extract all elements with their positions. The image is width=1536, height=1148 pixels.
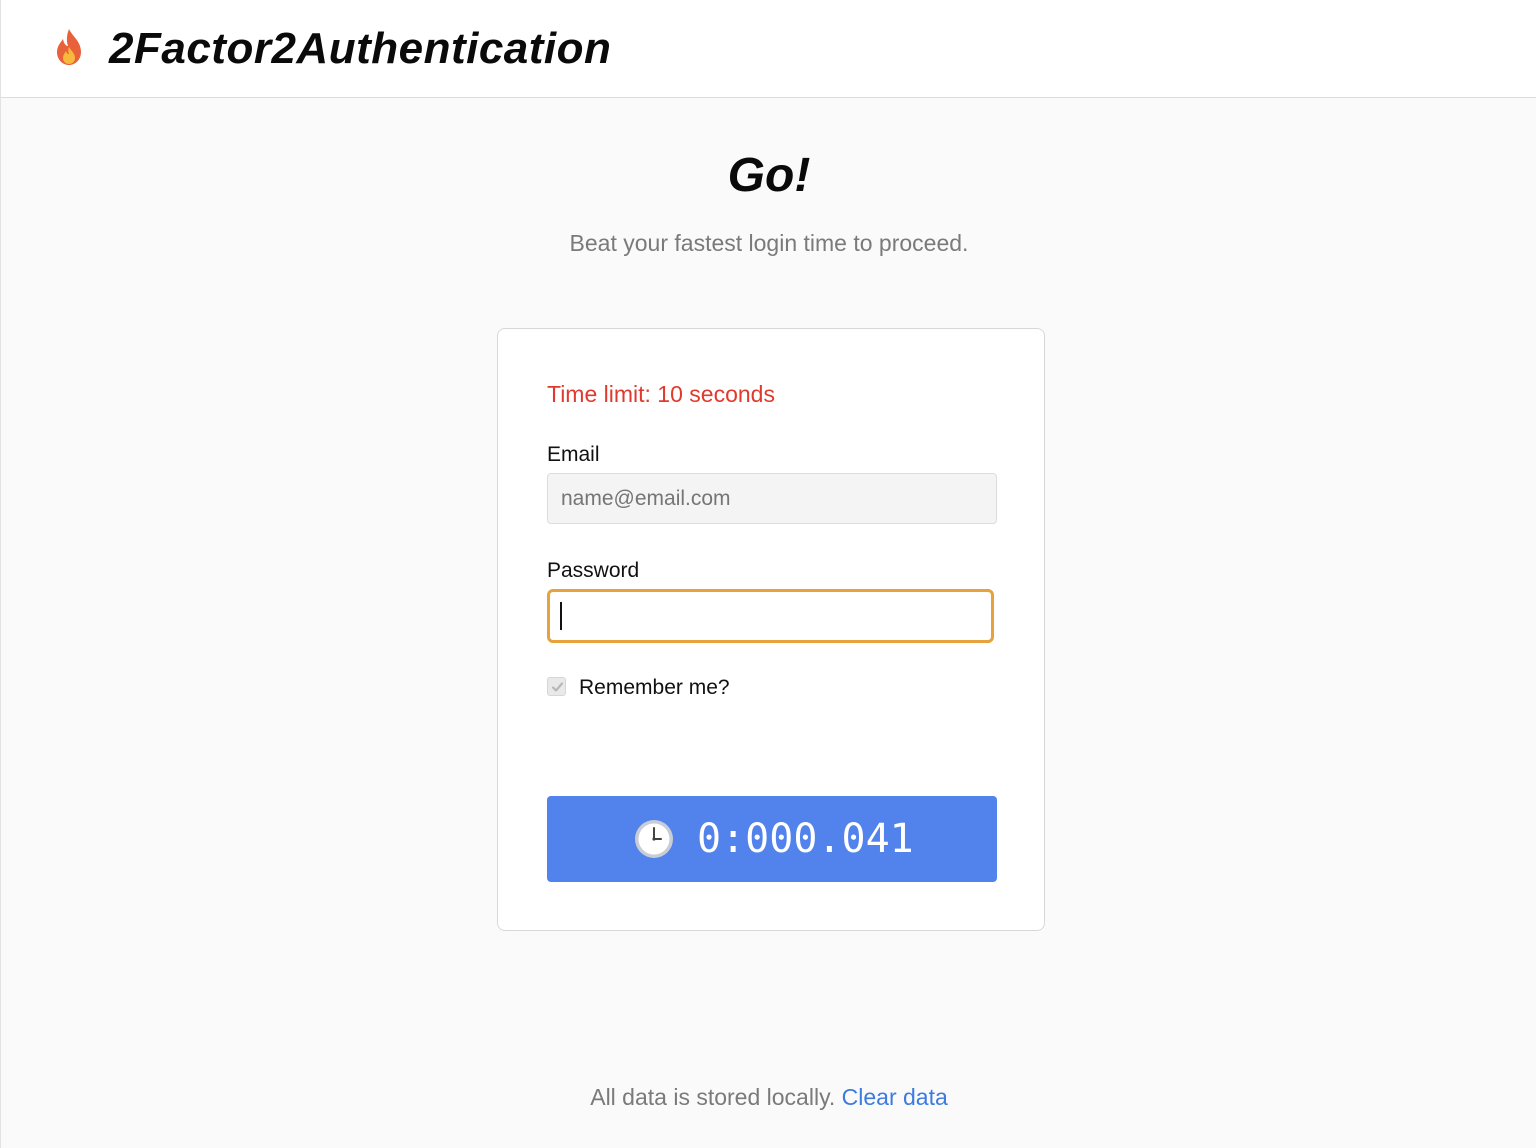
timer-value: 0:000.041 (697, 816, 914, 862)
footer-text: All data is stored locally. (590, 1084, 836, 1110)
footer: All data is stored locally. Clear data (1, 1082, 1536, 1112)
text-cursor (560, 602, 562, 630)
fire-icon (53, 27, 85, 67)
brand-title: 2Factor2Authentication (109, 24, 612, 73)
clear-data-link[interactable]: Clear data (842, 1084, 948, 1110)
checkmark-icon (551, 682, 564, 692)
email-field[interactable] (547, 473, 997, 524)
clock-icon (633, 818, 675, 860)
email-label: Email (547, 443, 600, 466)
header: 2Factor2Authentication (1, 0, 1536, 98)
time-limit-text: Time limit: 10 seconds (547, 381, 775, 407)
password-label: Password (547, 559, 640, 582)
page-subtitle: Beat your fastest login time to proceed. (569, 230, 969, 256)
timer-button[interactable]: 0:000.041 (547, 796, 997, 882)
page: 2Factor2Authentication Go! Beat your fas… (0, 0, 1536, 1148)
page-title: Go! (727, 149, 811, 202)
remember-me-checkbox[interactable] (547, 677, 566, 696)
remember-me-label[interactable]: Remember me? (579, 675, 730, 701)
login-card: Time limit: 10 seconds Email Password Re… (497, 328, 1045, 931)
password-field[interactable] (547, 589, 994, 643)
